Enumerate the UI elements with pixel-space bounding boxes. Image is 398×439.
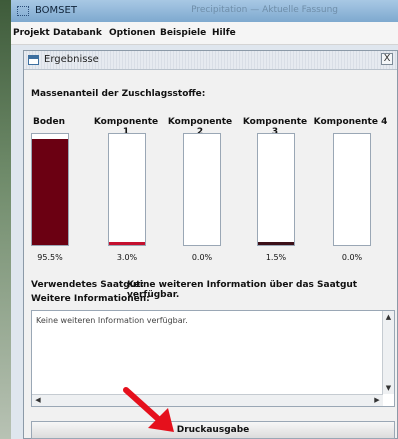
close-icon[interactable]: X bbox=[381, 53, 393, 65]
menu-optionen[interactable]: Optionen bbox=[109, 28, 156, 38]
background-window-title: Precipitation — Aktuelle Fassung bbox=[191, 5, 338, 15]
main-window: BOMSET Precipitation — Aktuelle Fassung … bbox=[11, 0, 398, 439]
component-bar-3 bbox=[257, 133, 295, 246]
menu-hilfe[interactable]: Hilfe bbox=[212, 28, 236, 38]
seed-value: Keine weiteren Information über das Saat… bbox=[127, 280, 358, 300]
info-text: Keine weiteren Information verfügbar. bbox=[36, 316, 188, 325]
component-bar-1 bbox=[108, 133, 146, 246]
bar-fill-komponente-1 bbox=[109, 241, 145, 245]
scroll-up-icon[interactable]: ▲ bbox=[384, 312, 393, 322]
component-value-2: 0.0% bbox=[191, 253, 213, 262]
bar-fill-komponente-3 bbox=[258, 242, 294, 245]
window-title: BOMSET bbox=[35, 5, 77, 16]
info-textarea[interactable]: Keine weiteren Information verfügbar. ▲ … bbox=[31, 310, 395, 407]
scroll-down-icon[interactable]: ▼ bbox=[384, 383, 393, 393]
component-value-3: 1.5% bbox=[265, 253, 287, 262]
app-icon bbox=[17, 6, 29, 16]
component-header-4: Komponente 4 bbox=[313, 117, 388, 127]
mass-fraction-label: Massenanteil der Zuschlagsstoffe: bbox=[31, 89, 206, 99]
component-value-boden: 95.5% bbox=[37, 253, 63, 262]
component-header-boden: Boden bbox=[33, 117, 65, 127]
horizontal-scrollbar[interactable]: ◀ ▶ bbox=[32, 394, 383, 406]
menu-bar: Projekt Databank Optionen Beispiele Hilf… bbox=[11, 22, 398, 45]
component-bar-4 bbox=[333, 133, 371, 246]
menu-databank[interactable]: Databank bbox=[53, 28, 102, 38]
menu-projekt[interactable]: Projekt bbox=[13, 28, 50, 38]
component-bar-2 bbox=[183, 133, 221, 246]
frame-icon bbox=[28, 55, 39, 65]
menu-beispiele[interactable]: Beispiele bbox=[160, 28, 206, 38]
vertical-scrollbar[interactable]: ▲ ▼ bbox=[382, 311, 394, 394]
results-frame-titlebar[interactable]: Ergebnisse X bbox=[24, 51, 397, 70]
window-titlebar[interactable]: BOMSET Precipitation — Aktuelle Fassung bbox=[11, 0, 398, 22]
bar-fill-boden bbox=[32, 139, 68, 245]
scroll-left-icon[interactable]: ◀ bbox=[33, 395, 43, 406]
results-frame-title: Ergebnisse bbox=[44, 54, 99, 65]
component-value-1: 3.0% bbox=[116, 253, 138, 262]
scroll-right-icon[interactable]: ▶ bbox=[372, 395, 382, 406]
red-arrow-icon bbox=[123, 387, 174, 432]
info-label: Weitere Informationen: bbox=[31, 294, 150, 304]
component-value-4: 0.0% bbox=[341, 253, 363, 262]
component-bar-boden bbox=[31, 133, 69, 246]
print-button[interactable]: Druckausgabe bbox=[31, 421, 395, 439]
